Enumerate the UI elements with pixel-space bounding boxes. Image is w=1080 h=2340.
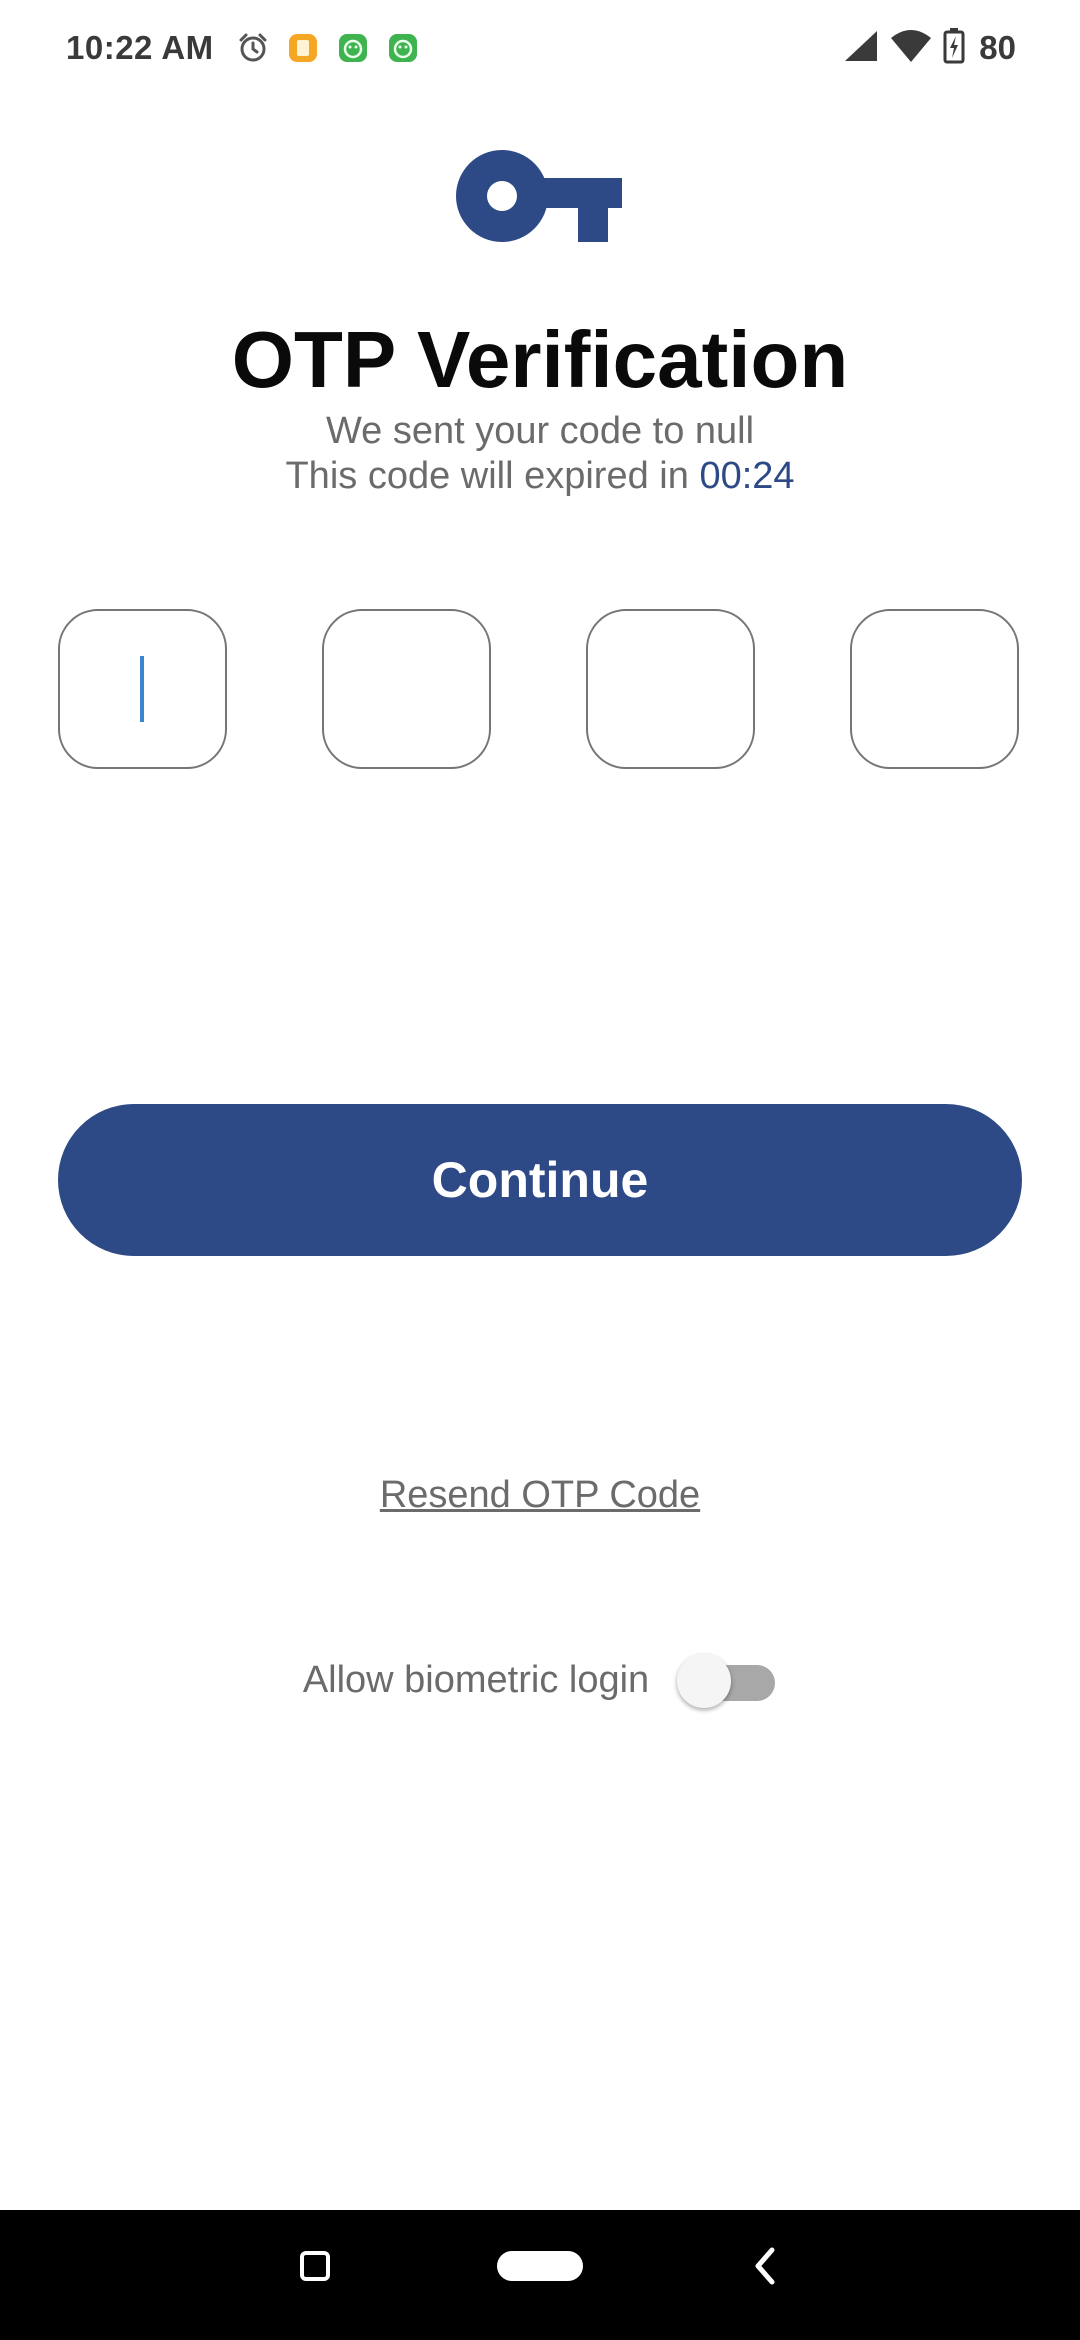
status-bar-right: 80	[843, 27, 1016, 69]
signal-icon	[843, 29, 879, 68]
expiry-text: This code will expired in	[285, 455, 700, 497]
battery-charging-icon	[943, 27, 965, 69]
otp-digit-3[interactable]	[586, 609, 755, 769]
status-bar-left: 10:22 AM	[66, 29, 420, 67]
key-icon	[456, 150, 624, 250]
page-title: OTP Verification	[231, 315, 849, 404]
otp-verification-screen: 10:22 AM 80 OTP Verification We sent you…	[0, 0, 1080, 2340]
toggle-thumb	[677, 1654, 732, 1708]
notification-app-icon	[386, 31, 420, 65]
back-icon[interactable]	[748, 2246, 780, 2286]
home-icon[interactable]	[497, 2251, 583, 2281]
otp-digit-1[interactable]	[58, 609, 227, 769]
biometric-toggle[interactable]	[677, 1650, 777, 1710]
subtitle-sent-to: We sent your code to null	[325, 410, 755, 452]
biometric-row: Allow biometric login	[0, 1650, 1080, 1710]
status-bar: 10:22 AM 80	[0, 0, 1080, 96]
navigation-bar	[0, 2210, 1080, 2340]
otp-input-row	[0, 609, 1080, 771]
wifi-icon	[889, 28, 933, 69]
text-cursor	[140, 656, 144, 722]
status-time: 10:22 AM	[66, 29, 214, 66]
battery-percentage: 80	[979, 29, 1016, 66]
resend-otp-link[interactable]: Resend OTP Code	[0, 1474, 1080, 1517]
recents-icon[interactable]	[300, 2251, 330, 2281]
biometric-label: Allow biometric login	[302, 1658, 650, 1701]
otp-digit-2[interactable]	[322, 609, 491, 769]
subtitle-expiry: This code will expired in 00:24	[0, 453, 1080, 499]
notification-app-icon	[286, 31, 320, 65]
alarm-icon	[236, 31, 270, 65]
countdown-timer: 00:24	[699, 455, 795, 497]
otp-digit-4[interactable]	[850, 609, 1019, 769]
continue-button[interactable]: Continue	[58, 1104, 1022, 1256]
notification-app-icon	[336, 31, 370, 65]
